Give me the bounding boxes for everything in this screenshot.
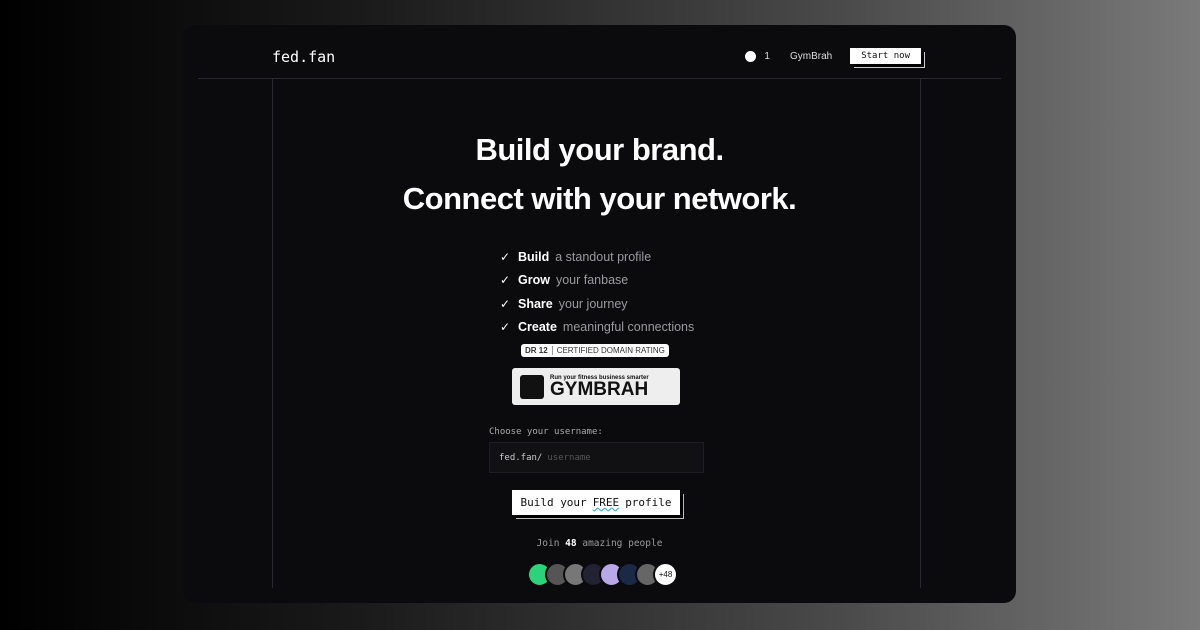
github-count[interactable]: 1 [764,51,770,62]
gymbrah-logo-icon [520,374,544,399]
feature-bold: Create [518,320,557,335]
top-nav: 1 GymBrah Start now [745,48,921,64]
feature-list: ✓ Build a standout profile ✓ Grow your fanba… [500,245,694,339]
feature-text: your fanbase [555,273,629,288]
more-members-badge[interactable]: +48 [653,562,678,587]
nav-link-gymbrah[interactable]: GymBrah [790,51,832,62]
feature-text: your journey [558,296,628,311]
avatar-stack: +48 [527,562,678,587]
check-icon: ✓ [500,249,511,264]
feature-bold: Share [518,296,553,311]
browser-window: fed.fan 1 GymBrah Start now Build your b… [183,25,1016,603]
feature-item: ✓ Create meaningful connections [500,316,694,340]
cta-free: FREE [592,496,620,509]
check-icon: ✓ [500,296,511,311]
domain-rating-badge[interactable]: DR 12 CERTIFIED DOMAIN RATING [521,344,669,357]
feature-bold: Grow [518,273,550,288]
feature-text: meaningful connections [562,320,695,335]
username-label: Choose your username: [489,427,603,437]
join-pre: Join [536,538,560,549]
join-post: amazing people [582,538,663,549]
feature-text: a standout profile [555,249,652,264]
dr-value: DR 12 [521,346,553,355]
dr-label: CERTIFIED DOMAIN RATING [556,346,665,355]
gymbrah-sponsor-banner[interactable]: Run your fitness business smarter GYMBRAH [512,368,680,405]
cta-text: Build your [520,496,587,509]
cta-text: profile [625,496,672,509]
member-count: 48 [565,538,577,549]
hero-title-line1: Build your brand. [475,132,724,167]
check-icon: ✓ [500,273,511,288]
check-icon: ✓ [500,320,511,335]
header-divider [198,78,1001,79]
start-now-button[interactable]: Start now [850,48,921,64]
hero-title-line2: Connect with your network. [402,181,797,216]
join-count-text: Join 48 amazing people [183,538,1016,549]
feature-item: ✓ Build a standout profile [500,245,694,269]
github-icon[interactable] [745,50,757,62]
site-logo[interactable]: fed.fan [272,48,335,66]
url-prefix: fed.fan/ [499,452,543,463]
feature-item: ✓ Share your journey [500,292,694,316]
username-field[interactable]: fed.fan/ [489,442,704,473]
sponsor-name: GYMBRAH [550,378,649,400]
username-input[interactable] [547,452,688,463]
feature-bold: Build [518,249,550,264]
build-profile-button[interactable]: Build your FREE profile [512,490,680,515]
feature-item: ✓ Grow your fanbase [500,269,694,293]
